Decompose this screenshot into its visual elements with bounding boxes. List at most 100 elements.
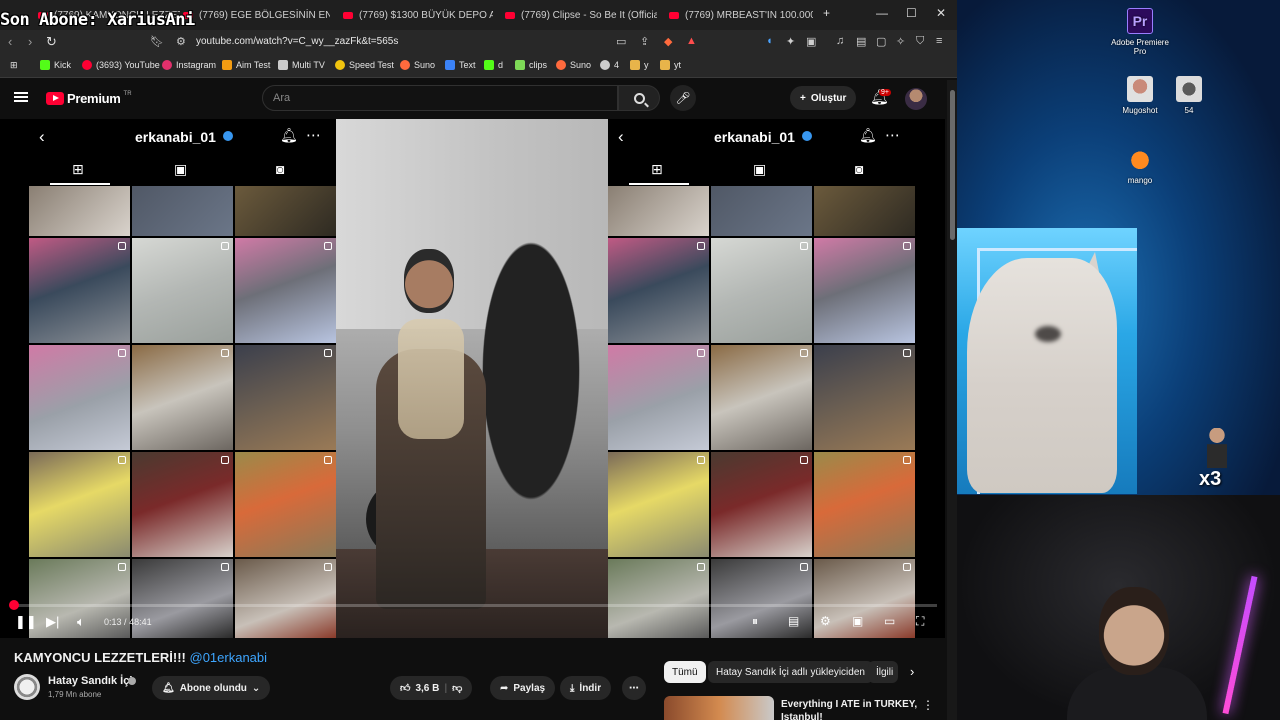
menu-icon[interactable]: ≡ [936, 35, 942, 47]
reel-icon [118, 563, 126, 571]
chip-all[interactable]: Tümü [664, 661, 706, 683]
tab-clipse[interactable]: (7769) Clipse - So Be It (Official Musi … [497, 4, 657, 26]
forward-icon[interactable]: › [28, 34, 32, 49]
brave-rewards-icon[interactable]: ▲ [686, 35, 697, 47]
screenshot-icon[interactable]: ▣ [806, 35, 816, 48]
more-options-icon: ⋯ [306, 127, 321, 144]
next-icon[interactable]: ▶︎| [46, 614, 59, 630]
new-tab-icon[interactable]: + [823, 6, 830, 20]
maximize-icon[interactable]: ☐ [906, 6, 917, 20]
puzzle-icon[interactable]: ✦ [786, 35, 795, 48]
kick-icon [484, 60, 494, 70]
bookmark-text[interactable]: Text [445, 60, 476, 70]
autoplay-toggle-icon[interactable]: ⏸︎ [752, 614, 758, 629]
minimize-icon[interactable]: — [876, 6, 888, 20]
voice-search-button[interactable]: 🎤︎ [670, 85, 696, 111]
grid-thumb [608, 238, 709, 343]
bookmark-instagram[interactable]: Instagram [162, 60, 216, 70]
tagged-icon: ◙ [276, 161, 285, 177]
chevron-right-icon[interactable]: › [910, 664, 914, 679]
bookmark-folder-yt[interactable]: yt [660, 60, 681, 70]
extension-icon[interactable]: ◖ [766, 35, 773, 47]
apps-grid-icon[interactable]: ⊞ [10, 60, 18, 71]
bookmark-multitv[interactable]: Multi TV [278, 60, 325, 70]
desktop-icon-premiere[interactable]: Pr Adobe Premiere Pro [1105, 8, 1175, 56]
back-icon[interactable]: ‹ [8, 34, 12, 49]
youtube-favicon-icon [343, 11, 353, 19]
leo-icon[interactable]: ✧ [896, 35, 905, 48]
bookmark-youtube[interactable]: (3693) YouTube [82, 60, 160, 70]
youtube-premium-logo[interactable]: Premium TR [46, 91, 132, 106]
bookmark-suno[interactable]: Suno [400, 60, 435, 70]
channel-name[interactable]: Hatay Sandık İçi [48, 675, 132, 687]
grid-thumb [814, 238, 915, 343]
instagram-icon [162, 60, 172, 70]
account-avatar[interactable] [905, 88, 927, 110]
share-button[interactable]: ➦ Paylaş [490, 676, 556, 700]
grid-thumb [29, 345, 130, 450]
clips-icon [515, 60, 525, 70]
hamburger-menu-icon[interactable] [14, 92, 28, 102]
tab-depo[interactable]: (7769) $1300 BÜYÜK DEPO ALDIK BA ✕ [335, 4, 493, 26]
cast-icon[interactable]: ▭ [616, 35, 626, 48]
more-vertical-icon[interactable]: ⋮ [922, 698, 934, 712]
grid-thumb [814, 452, 915, 557]
reel-icon [221, 456, 229, 464]
chip-related[interactable]: İlgili [868, 661, 898, 683]
bookmark-aimtest[interactable]: Aim Test [222, 60, 270, 70]
desktop-icon-mango[interactable]: mango [1105, 146, 1175, 185]
bookmark-kick[interactable]: Kick [40, 60, 71, 70]
volume-icon[interactable]: 🔈︎ [77, 614, 85, 630]
sidebar-icon[interactable]: ▤ [856, 35, 866, 48]
url-field[interactable]: youtube.com/watch?v=C_wy__zazFk&t=565s [196, 36, 398, 47]
search-button[interactable] [618, 85, 660, 111]
bookmark-speedtest[interactable]: Speed Test [335, 60, 394, 70]
fullscreen-icon[interactable]: ⛶ [916, 614, 924, 629]
chip-from-uploader[interactable]: Hatay Sandık İçi adlı yükleyiciden [708, 661, 873, 683]
channel-handle-link[interactable]: @01erkanabi [190, 650, 268, 665]
bookmark-icon[interactable]: 🔖︎ [150, 35, 164, 48]
wallet-icon[interactable]: ▢ [876, 35, 886, 48]
bookmark-folder-y[interactable]: y [630, 60, 649, 70]
bookmark-d[interactable]: d [484, 60, 503, 70]
bookmark-clips[interactable]: clips [515, 60, 547, 70]
site-settings-icon[interactable]: ⚙︎ [176, 35, 186, 48]
scrollbar-thumb[interactable] [950, 90, 955, 240]
brave-shield-icon[interactable]: ◆ [664, 35, 672, 48]
time-display: 0:13 / 48:41 [104, 617, 152, 627]
share-icon[interactable]: ⇪ [640, 35, 649, 48]
like-dislike-button[interactable]: 👍︎ 3,6 B | 👎︎ [390, 676, 473, 700]
desktop-icon-54[interactable]: 54 [1154, 76, 1224, 115]
reel-icon [118, 349, 126, 357]
grid-thumb [235, 559, 336, 638]
bell-icon: 🔔︎ [859, 127, 877, 143]
vpn-icon[interactable]: ⛉ [916, 35, 924, 48]
window-close-icon[interactable]: ✕ [936, 6, 946, 20]
subscribed-button[interactable]: 🔔︎ Abone olundu ⌄ [152, 676, 271, 700]
theater-mode-icon[interactable]: ▭ [884, 614, 895, 628]
progress-bar[interactable] [9, 600, 937, 610]
page-scrollbar[interactable] [947, 80, 957, 720]
reload-icon[interactable]: ↻ [46, 34, 57, 50]
channel-avatar[interactable] [14, 674, 40, 700]
pause-icon[interactable]: ❚❚ [15, 614, 37, 630]
video-title: KAMYONCU LEZZETLERİ!!! @01erkanabi [14, 650, 268, 665]
media-icon[interactable]: ♫ [836, 35, 844, 47]
more-actions-button[interactable]: ⋯ [622, 676, 646, 700]
settings-gear-icon[interactable]: ⚙︎ [820, 614, 831, 628]
miniplayer-icon[interactable]: ▣ [852, 614, 863, 628]
desktop-area: Pr Adobe Premiere Pro Mugoshot 54 mango … [957, 0, 1280, 495]
subtitles-icon[interactable]: ▤ [788, 614, 799, 628]
bookmark-suno-2[interactable]: Suno [556, 60, 591, 70]
tab-mrbeast[interactable]: (7769) MRBEAST'IN 100.000.000$'LIK ✕ [661, 4, 813, 26]
create-button[interactable]: + Oluştur [790, 86, 857, 110]
recommended-thumbnail[interactable] [664, 696, 774, 720]
download-button[interactable]: ⤓ İndir [560, 676, 612, 700]
search-input[interactable] [263, 86, 617, 110]
bookmark-4[interactable]: 4 [600, 60, 619, 70]
tab-ege[interactable]: (7769) EGE BÖLGESİNİN EN DÜŞÜK [175, 4, 330, 26]
video-player[interactable]: ‹ erkanabi_01 🔔︎ ⋯ ⊞ ▣ ◙ ‹ erkanabi_01 🔔… [0, 119, 945, 638]
reel-icon [903, 349, 911, 357]
recommended-title[interactable]: Everything I ATE in TURKEY, Istanbul! [781, 698, 921, 720]
youtube-header: Premium TR 🎤︎ + Oluştur 🔔︎ 9+ [0, 80, 957, 118]
